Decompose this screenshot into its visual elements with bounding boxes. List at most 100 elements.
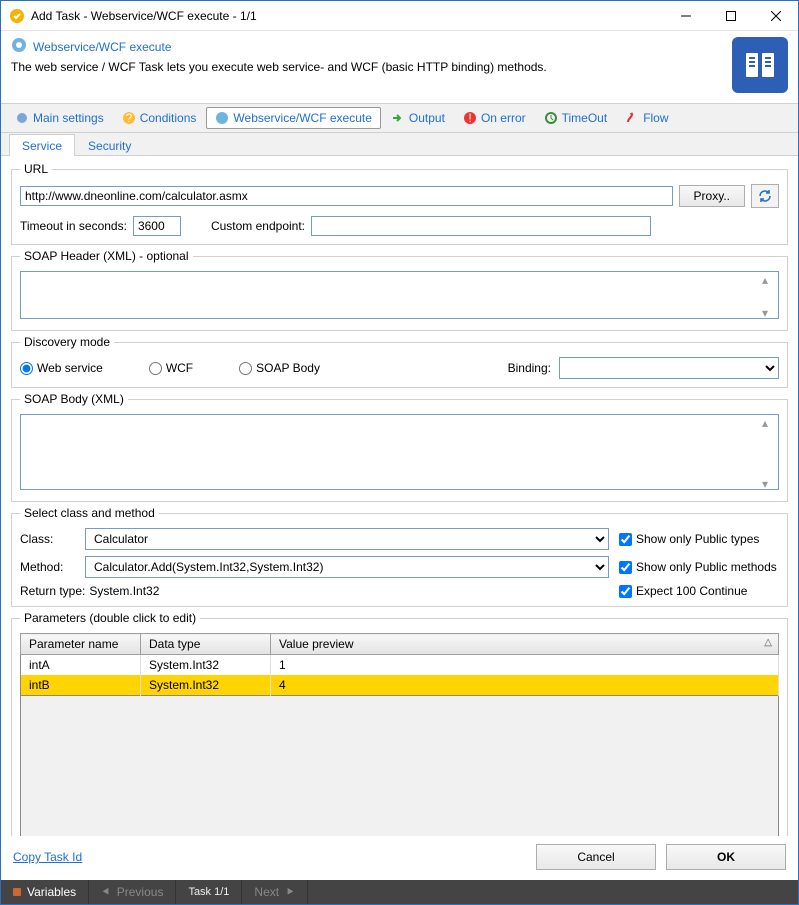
check-public-methods-label: Show only Public methods [636,560,777,574]
check-public-types-label: Show only Public types [636,532,759,546]
radio-soapbody[interactable]: SOAP Body [239,361,320,375]
radio-webservice[interactable]: Web service [20,361,103,375]
tab-timeout-label: TimeOut [562,111,608,125]
minimize-button[interactable] [663,1,708,31]
radio-wcf-label: WCF [166,361,193,375]
class-select[interactable]: Calculator [85,528,609,550]
soap-header-textarea[interactable] [20,271,779,319]
main-tabstrip: Main settings ? Conditions Webservice/WCF… [1,103,798,133]
radio-webservice-label: Web service [37,361,103,375]
return-type-value: System.Int32 [89,584,159,598]
binding-select[interactable] [559,357,779,379]
tab-webservice[interactable]: Webservice/WCF execute [206,107,381,129]
parameters-group: Parameters (double click to edit) Parame… [11,611,788,836]
discovery-legend: Discovery mode [20,335,114,349]
subtab-security[interactable]: Security [75,134,144,156]
soap-body-group: SOAP Body (XML) ▴▾ [11,392,788,502]
tab-timeout[interactable]: TimeOut [536,108,616,128]
method-select[interactable]: Calculator.Add(System.Int32,System.Int32… [85,556,609,578]
class-method-group: Select class and method Class: Calculato… [11,506,788,607]
cancel-button[interactable]: Cancel [536,844,656,870]
app-icon [9,8,25,24]
parameters-table[interactable]: Parameter name Data type Value preview△ … [20,633,779,696]
check-public-types[interactable]: Show only Public types [619,532,779,546]
class-method-legend: Select class and method [20,506,159,520]
svg-text:?: ? [125,111,132,125]
table-row[interactable]: intB System.Int32 4 [21,675,779,696]
parameters-legend: Parameters (double click to edit) [20,611,200,625]
footer: Copy Task Id Cancel OK [1,836,798,880]
page-title: Webservice/WCF execute [33,40,172,54]
page-description: The web service / WCF Task lets you exec… [11,60,722,74]
status-next[interactable]: Next ⯈ [242,880,307,904]
window-title: Add Task - Webservice/WCF execute - 1/1 [31,9,663,23]
tab-onerror-label: On error [481,111,526,125]
subtab-service[interactable]: Service [9,134,75,156]
status-variables[interactable]: Variables [1,880,89,904]
tab-main-settings-label: Main settings [33,111,104,125]
tab-flow-label: Flow [643,111,668,125]
feature-icon [732,37,788,93]
endpoint-input[interactable] [311,216,651,236]
tab-main-settings[interactable]: Main settings [7,108,112,128]
table-row[interactable]: intA System.Int32 1 [21,655,779,676]
tab-flow[interactable]: Flow [617,108,676,128]
proxy-button[interactable]: Proxy.. [679,185,745,207]
statusbar: Variables ⯇ Previous Task 1/1 Next ⯈ [1,880,798,904]
tab-onerror[interactable]: ! On error [455,108,534,128]
cell-param-name: intA [21,655,141,676]
clock-icon [544,111,558,125]
status-previous[interactable]: ⯇ Previous [89,880,176,904]
check-public-methods[interactable]: Show only Public methods [619,560,779,574]
col-data-type[interactable]: Data type [141,634,271,655]
url-group: URL Proxy.. Timeout in seconds: Custom e… [11,162,788,245]
tab-output[interactable]: Output [383,108,453,128]
status-variables-label: Variables [27,885,76,899]
status-previous-label: Previous [117,885,164,899]
soap-header-legend: SOAP Header (XML) - optional [20,249,193,263]
status-task-count: Task 1/1 [176,880,242,904]
maximize-button[interactable] [708,1,753,31]
url-legend: URL [20,162,52,176]
copy-task-id-link[interactable]: Copy Task Id [13,850,82,864]
sort-indicator-icon: △ [764,637,772,648]
check-expect-100-label: Expect 100 Continue [636,584,747,598]
check-expect-100[interactable]: Expect 100 Continue [619,584,779,598]
tab-conditions[interactable]: ? Conditions [114,108,205,128]
cell-value: 1 [271,655,779,676]
url-input[interactable] [20,186,673,206]
cell-param-name: intB [21,675,141,696]
endpoint-label: Custom endpoint: [211,219,305,233]
col-value-preview[interactable]: Value preview△ [271,634,779,655]
header: Webservice/WCF execute The web service /… [1,31,798,103]
titlebar: Add Task - Webservice/WCF execute - 1/1 [1,1,798,31]
question-icon: ? [122,111,136,125]
output-icon [391,111,405,125]
tab-webservice-label: Webservice/WCF execute [233,111,372,125]
cell-value: 4 [271,675,779,696]
return-type-label: Return type: [20,584,85,598]
settings-icon [15,111,29,125]
timeout-label: Timeout in seconds: [20,219,127,233]
col-param-name[interactable]: Parameter name [21,634,141,655]
soap-body-legend: SOAP Body (XML) [20,392,128,406]
parameters-empty-area [20,696,779,836]
content-area: URL Proxy.. Timeout in seconds: Custom e… [1,156,798,836]
timeout-input[interactable] [133,216,181,236]
status-next-label: Next [254,885,279,899]
error-icon: ! [463,111,477,125]
ok-button[interactable]: OK [666,844,786,870]
discovery-group: Discovery mode Web service WCF SOAP Body… [11,335,788,388]
radio-wcf[interactable]: WCF [149,361,193,375]
soap-body-textarea[interactable] [20,414,779,490]
class-label: Class: [20,532,75,546]
sub-tabstrip: Service Security [1,133,798,156]
close-button[interactable] [753,1,798,31]
wcf-tab-icon [215,111,229,125]
refresh-button[interactable] [751,184,779,208]
cell-data-type: System.Int32 [141,675,271,696]
soap-header-group: SOAP Header (XML) - optional ▴▾ [11,249,788,331]
chevron-right-icon: ⯈ [285,885,295,900]
tab-conditions-label: Conditions [140,111,197,125]
chevron-left-icon: ⯇ [101,885,111,900]
